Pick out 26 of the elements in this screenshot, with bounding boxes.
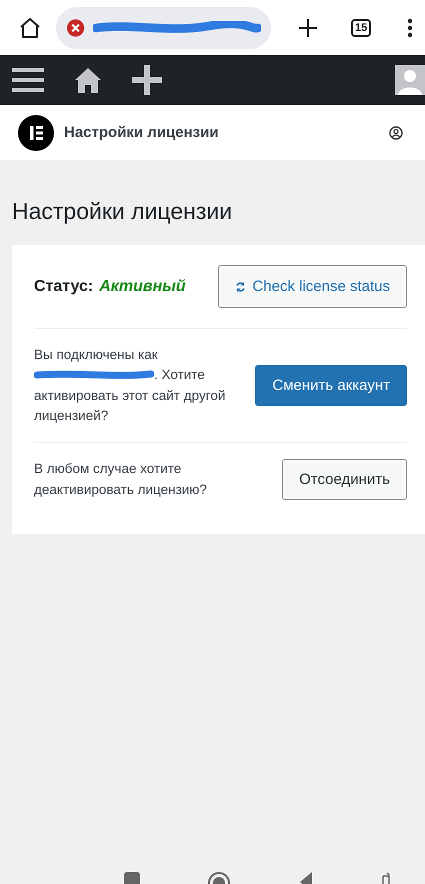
row-text: активировать этот сайт другой лицензией? (34, 386, 226, 425)
check-status-button[interactable]: Check license status (218, 265, 407, 308)
back-icon[interactable] (298, 870, 314, 884)
header-title: Настройки лицензии (64, 124, 219, 141)
home-icon[interactable] (74, 66, 102, 94)
row-text: . Хотите (154, 366, 205, 384)
row-text: В любом случае хотите деактивировать лицензию? (34, 460, 208, 499)
menu-icon[interactable] (407, 18, 414, 38)
address-bar[interactable] (56, 6, 271, 48)
user-icon[interactable] (389, 126, 403, 140)
page-title: Настройки лицензии (12, 198, 234, 225)
home-icon[interactable] (18, 16, 42, 40)
switch-account-button[interactable]: Сменить аккаунт (255, 365, 407, 406)
plus-icon[interactable] (132, 65, 162, 95)
menu-icon[interactable] (12, 66, 44, 94)
refresh-icon (235, 280, 246, 292)
plus-icon[interactable] (297, 16, 319, 38)
status-label: Статус: (34, 278, 94, 296)
error-icon (66, 18, 86, 38)
logo-icon (18, 114, 54, 150)
status-value: Активный (99, 278, 186, 296)
rotate-icon[interactable] (380, 870, 392, 884)
disconnect-button[interactable]: Отсоединить (282, 459, 407, 500)
tab-count[interactable]: 15 (351, 18, 372, 36)
recents-icon[interactable] (123, 870, 142, 884)
row-text: Вы подключены как (34, 346, 159, 364)
